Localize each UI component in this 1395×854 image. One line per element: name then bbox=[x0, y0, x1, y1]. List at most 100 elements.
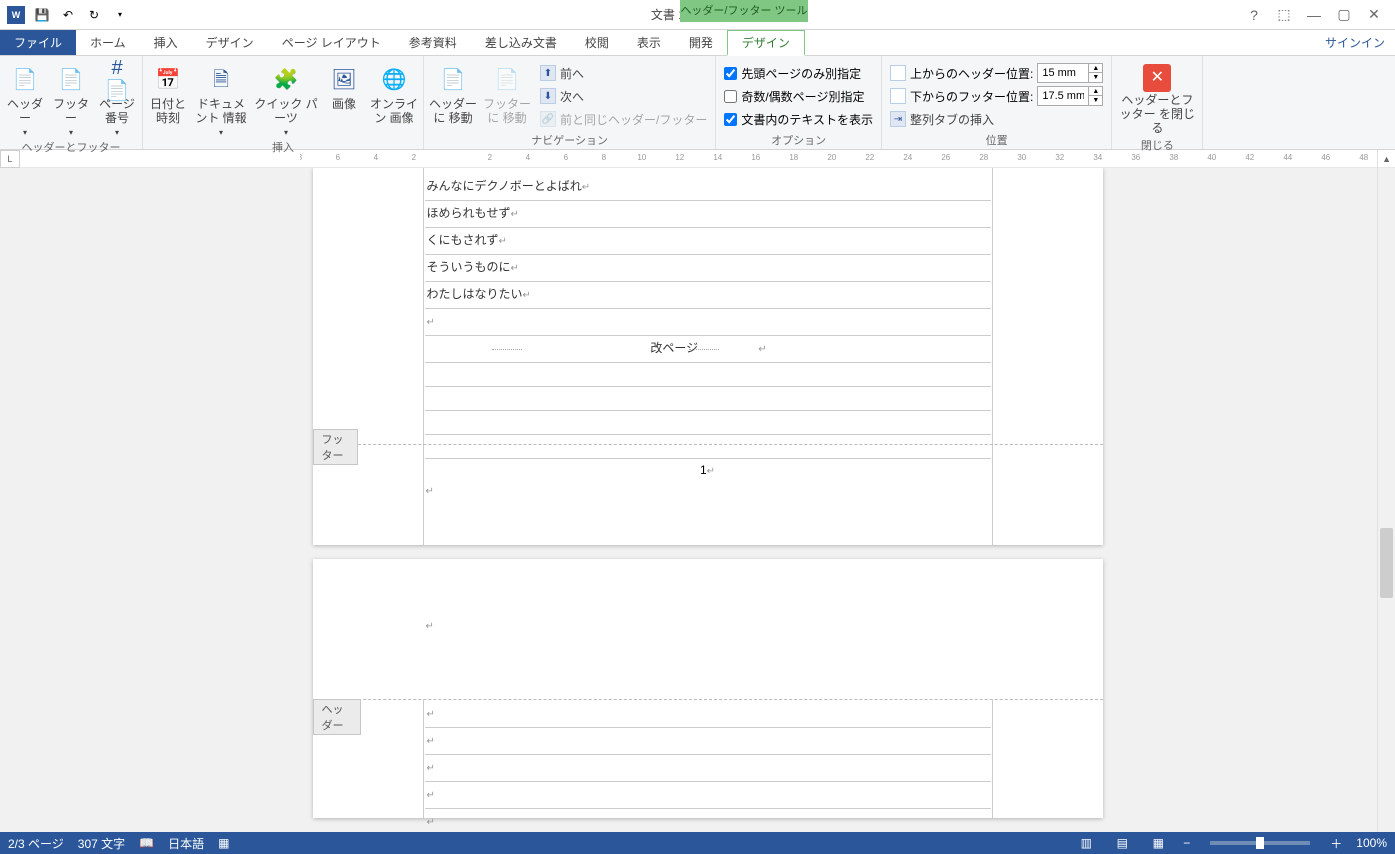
ruler-tick: 28 bbox=[979, 153, 988, 162]
page-1[interactable]: みんなにデクノボーとよばれ↵ ほめられもせず↵ くにもされず↵ そういうものに↵… bbox=[313, 168, 1103, 545]
page-number-label: ページ 番号 bbox=[96, 98, 138, 126]
ruler-tick: 38 bbox=[1169, 153, 1178, 162]
footer-from-bottom-spinner[interactable]: ▲▼ bbox=[1037, 86, 1103, 106]
tab-hf-design[interactable]: デザイン bbox=[727, 30, 805, 56]
page-number-gallery[interactable]: #📄ページ 番号▾ bbox=[96, 62, 138, 137]
zoom-out-button[interactable]: − bbox=[1183, 836, 1190, 850]
app-icon[interactable]: W bbox=[4, 3, 28, 27]
ruler-tick: 8 bbox=[602, 153, 606, 162]
footer-gallery[interactable]: 📄フッター▾ bbox=[50, 62, 92, 137]
tab-references[interactable]: 参考資料 bbox=[395, 30, 471, 55]
group-header-footer: ヘッダーとフッター bbox=[4, 137, 138, 157]
tab-mailings[interactable]: 差し込み文書 bbox=[471, 30, 571, 55]
ruler-tick: 26 bbox=[941, 153, 950, 162]
ribbon-display-options[interactable]: ⬚ bbox=[1273, 4, 1295, 26]
tab-file[interactable]: ファイル bbox=[0, 30, 76, 55]
tab-developer[interactable]: 開発 bbox=[675, 30, 727, 55]
show-document-text-checkbox[interactable] bbox=[724, 113, 737, 126]
minimize-button[interactable]: — bbox=[1303, 4, 1325, 26]
page-2[interactable]: ↵ ヘッダー ↵ ↵ ↵ ↵ ↵ bbox=[313, 559, 1103, 818]
goto-header-button[interactable]: 📄ヘッダーに 移動 bbox=[428, 62, 478, 126]
group-position: 位置 bbox=[886, 130, 1107, 150]
zoom-in-button[interactable]: ＋ bbox=[1330, 835, 1342, 852]
show-document-text[interactable]: 文書内のテキストを表示 bbox=[720, 108, 877, 130]
qat-customize[interactable]: ▾ bbox=[108, 3, 132, 27]
ruler-tick: 4 bbox=[526, 153, 530, 162]
ruler-tick: 6 bbox=[564, 153, 568, 162]
save-button[interactable]: 💾 bbox=[30, 3, 54, 27]
help-button[interactable]: ? bbox=[1243, 4, 1265, 26]
tab-page-layout[interactable]: ページ レイアウト bbox=[268, 30, 395, 55]
header-tag: ヘッダー bbox=[313, 699, 361, 735]
tab-insert[interactable]: 挿入 bbox=[140, 30, 192, 55]
status-proofing-icon[interactable]: 📖 bbox=[139, 836, 154, 850]
link-previous-button: 🔗前と同じヘッダー/フッター bbox=[536, 108, 711, 130]
scroll-up-button[interactable]: ▲ bbox=[1377, 150, 1395, 168]
close-header-footer-button[interactable]: ✕ヘッダーとフッター を閉じる bbox=[1116, 62, 1198, 135]
view-print-layout[interactable]: ▤ bbox=[1111, 834, 1133, 852]
ruler-tick: 10 bbox=[637, 153, 646, 162]
ruler-tick: 44 bbox=[1283, 153, 1292, 162]
ruler-tick: 32 bbox=[1055, 153, 1064, 162]
status-language[interactable]: 日本語 bbox=[168, 835, 204, 852]
ruler-tick: 18 bbox=[789, 153, 798, 162]
previous-section-button[interactable]: ⬆前へ bbox=[536, 62, 711, 84]
online-picture-button[interactable]: 🌐オンライン 画像 bbox=[369, 62, 419, 126]
ruler-tick: 36 bbox=[1131, 153, 1140, 162]
close-window-button[interactable]: ✕ bbox=[1363, 4, 1385, 26]
insert-alignment-tab[interactable]: ⇥整列タブの挿入 bbox=[886, 108, 1107, 130]
body-text[interactable]: みんなにデクノボーとよばれ↵ ほめられもせず↵ くにもされず↵ そういうものに↵… bbox=[425, 174, 991, 459]
zoom-slider[interactable] bbox=[1210, 841, 1310, 845]
body-text[interactable]: ↵ ↵ ↵ ↵ ↵ bbox=[425, 701, 991, 832]
spin-up[interactable]: ▲ bbox=[1088, 87, 1102, 96]
first-page-different[interactable]: 先頭ページのみ別指定 bbox=[720, 62, 877, 84]
page-break-marker: 改ページ bbox=[650, 341, 698, 355]
tab-review[interactable]: 校閲 bbox=[571, 30, 623, 55]
sign-in-link[interactable]: サインイン bbox=[1315, 30, 1395, 55]
ruler-tick: 20 bbox=[827, 153, 836, 162]
header-from-top-spinner[interactable]: ▲▼ bbox=[1037, 63, 1103, 83]
tab-home[interactable]: ホーム bbox=[76, 30, 140, 55]
view-read-mode[interactable]: ▥ bbox=[1075, 834, 1097, 852]
document-info-button[interactable]: 🗎ドキュメント 情報▾ bbox=[193, 62, 249, 137]
header-gallery[interactable]: 📄ヘッダー▾ bbox=[4, 62, 46, 137]
next-section-button[interactable]: ⬇次へ bbox=[536, 85, 711, 107]
view-web-layout[interactable]: ▦ bbox=[1147, 834, 1169, 852]
group-navigation: ナビゲーション bbox=[428, 130, 711, 150]
ruler-tick: 34 bbox=[1093, 153, 1102, 162]
spin-down[interactable]: ▼ bbox=[1088, 73, 1102, 82]
ruler-tick: 6 bbox=[336, 153, 340, 162]
maximize-button[interactable]: ▢ bbox=[1333, 4, 1355, 26]
redo-button[interactable]: ↻ bbox=[82, 3, 106, 27]
first-page-different-checkbox[interactable] bbox=[724, 67, 737, 80]
spin-down[interactable]: ▼ bbox=[1088, 96, 1102, 105]
zoom-level[interactable]: 100% bbox=[1356, 836, 1387, 850]
zoom-slider-knob[interactable] bbox=[1256, 837, 1264, 849]
footer-from-bottom-input[interactable] bbox=[1038, 90, 1088, 102]
header-from-top-input[interactable] bbox=[1038, 67, 1088, 79]
header-label: ヘッダー bbox=[4, 98, 46, 126]
scrollbar-thumb[interactable] bbox=[1380, 528, 1393, 598]
status-word-count[interactable]: 307 文字 bbox=[78, 835, 125, 852]
date-time-button[interactable]: 📅日付と 時刻 bbox=[147, 62, 189, 126]
horizontal-ruler[interactable]: 8642246810121416182022242628303234363840… bbox=[300, 150, 1377, 168]
spin-up[interactable]: ▲ bbox=[1088, 64, 1102, 73]
status-page[interactable]: 2/3 ページ bbox=[8, 835, 64, 852]
contextual-tab-label: ヘッダー/フッター ツール bbox=[680, 0, 808, 22]
odd-even-different[interactable]: 奇数/偶数ページ別指定 bbox=[720, 85, 877, 107]
quick-parts-button[interactable]: 🧩クイック パーツ▾ bbox=[253, 62, 319, 137]
undo-button[interactable]: ↶ bbox=[56, 3, 80, 27]
vertical-scrollbar[interactable] bbox=[1377, 168, 1395, 832]
ruler-tick: 40 bbox=[1207, 153, 1216, 162]
footer-boundary bbox=[313, 444, 1103, 445]
odd-even-different-checkbox[interactable] bbox=[724, 90, 737, 103]
paragraph-mark: ↵ bbox=[426, 486, 434, 497]
footer-from-bottom-icon bbox=[890, 88, 906, 104]
status-macro-icon[interactable]: ▦ bbox=[218, 836, 229, 850]
tab-selector[interactable]: L bbox=[0, 150, 20, 168]
vertical-ruler[interactable] bbox=[0, 168, 20, 832]
tab-design[interactable]: デザイン bbox=[192, 30, 268, 55]
picture-button[interactable]: 🖼画像 bbox=[323, 62, 365, 112]
tab-view[interactable]: 表示 bbox=[623, 30, 675, 55]
footer-page-number[interactable]: 1↵ bbox=[313, 463, 1103, 478]
